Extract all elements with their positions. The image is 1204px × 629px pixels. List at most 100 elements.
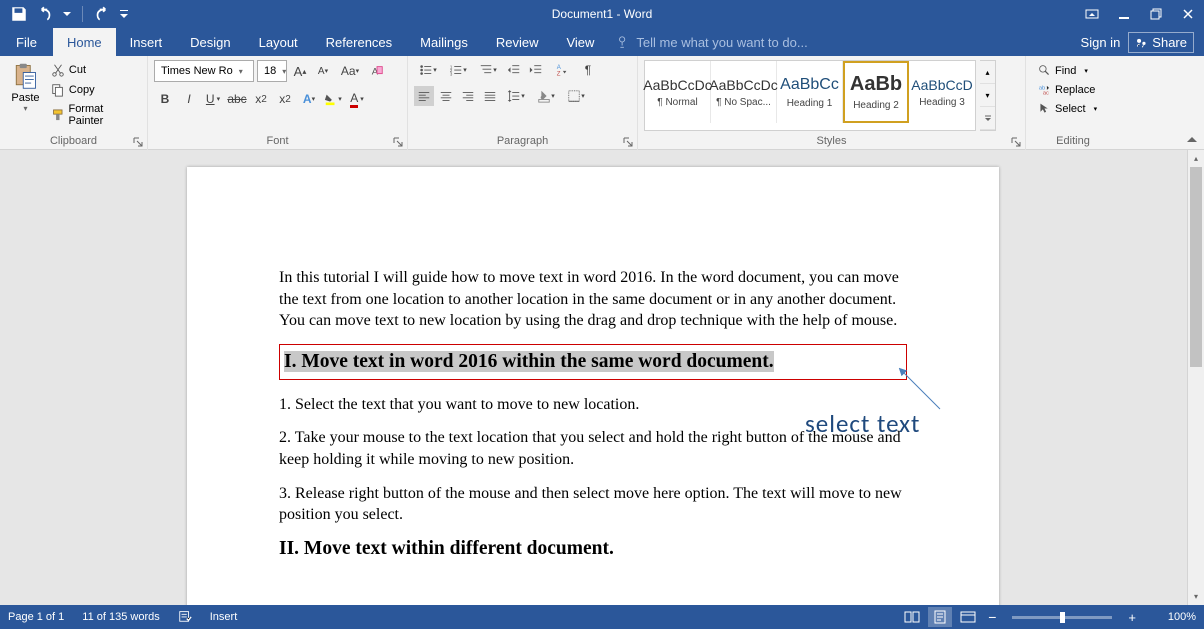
status-bar: Page 1 of 1 11 of 135 words Insert − + 1… (0, 605, 1204, 629)
save-icon[interactable] (10, 5, 28, 23)
clipboard-launcher-icon[interactable] (132, 136, 144, 148)
tab-home[interactable]: Home (53, 28, 116, 56)
tab-insert[interactable]: Insert (116, 28, 177, 56)
shading-button[interactable]: ▾ (532, 86, 560, 106)
paragraph-group-label: Paragraph (497, 135, 548, 147)
styles-gallery: AaBbCcDc¶ Normal AaBbCcDc¶ No Spac... Aa… (644, 60, 976, 131)
ribbon-display-icon[interactable] (1076, 0, 1108, 28)
chevron-down-icon[interactable]: ▾ (280, 67, 288, 76)
strikethrough-button[interactable]: abc (226, 88, 248, 110)
chevron-down-icon[interactable]: ▾ (237, 67, 245, 76)
replace-button[interactable]: abacReplace (1036, 81, 1099, 98)
align-right-button[interactable] (458, 86, 478, 106)
tab-references[interactable]: References (312, 28, 406, 56)
sign-in-link[interactable]: Sign in (1081, 35, 1121, 50)
find-button[interactable]: Find▾ (1036, 62, 1099, 79)
document-page[interactable]: In this tutorial I will guide how to mov… (187, 167, 999, 605)
underline-button[interactable]: U▾ (202, 88, 224, 110)
tab-file[interactable]: File (0, 28, 53, 56)
show-marks-button[interactable]: ¶ (578, 60, 598, 80)
copy-button[interactable]: Copy (49, 82, 141, 98)
align-center-button[interactable] (436, 86, 456, 106)
tab-layout[interactable]: Layout (245, 28, 312, 56)
doc-heading[interactable]: II. Move text within different document. (279, 538, 907, 560)
style-no-spacing[interactable]: AaBbCcDc¶ No Spac... (711, 61, 777, 123)
increase-indent-button[interactable] (526, 60, 546, 80)
change-case-button[interactable]: Aa▾ (336, 61, 364, 81)
page-indicator[interactable]: Page 1 of 1 (8, 611, 64, 623)
gallery-up-icon[interactable]: ▴ (980, 61, 995, 84)
doc-heading-selected[interactable]: I. Move text in word 2016 within the sam… (279, 344, 907, 380)
close-icon[interactable] (1172, 0, 1204, 28)
undo-icon[interactable] (36, 5, 54, 23)
line-spacing-button[interactable]: ▾ (502, 86, 530, 106)
collapse-ribbon-icon[interactable] (1184, 132, 1200, 148)
text-effects-button[interactable]: A▾ (298, 88, 320, 110)
justify-button[interactable] (480, 86, 500, 106)
sort-button[interactable]: AZ (548, 60, 576, 80)
tab-review[interactable]: Review (482, 28, 553, 56)
insert-mode[interactable]: Insert (210, 611, 238, 623)
word-count[interactable]: 11 of 135 words (82, 611, 159, 623)
multilevel-list-button[interactable]: ▾ (474, 60, 502, 80)
zoom-in-button[interactable]: + (1124, 610, 1140, 625)
cut-button[interactable]: Cut (49, 62, 141, 78)
paragraph-launcher-icon[interactable] (622, 136, 634, 148)
subscript-button[interactable]: x2 (250, 88, 272, 110)
font-group-label: Font (266, 135, 288, 147)
superscript-button[interactable]: x2 (274, 88, 296, 110)
highlight-button[interactable]: ▾ (322, 88, 344, 110)
doc-paragraph[interactable]: In this tutorial I will guide how to mov… (279, 267, 907, 332)
restore-icon[interactable] (1140, 0, 1172, 28)
font-color-button[interactable]: A▾ (346, 88, 368, 110)
bullets-button[interactable]: ▾ (414, 60, 442, 80)
font-name-combo[interactable]: Times New Ro▾ (154, 60, 254, 82)
styles-launcher-icon[interactable] (1010, 136, 1022, 148)
style-heading-1[interactable]: AaBbCcHeading 1 (777, 61, 843, 123)
style-normal[interactable]: AaBbCcDc¶ Normal (645, 61, 711, 123)
font-size-value: 18 (264, 65, 276, 77)
zoom-slider-thumb[interactable] (1060, 612, 1065, 623)
shrink-font-button[interactable]: A▾ (313, 61, 333, 81)
vertical-scrollbar[interactable]: ▴ ▾ (1187, 150, 1204, 605)
spell-check-icon[interactable] (178, 609, 192, 626)
grow-font-button[interactable]: A▴ (290, 61, 310, 81)
title-bar: Document1 - Word (0, 0, 1204, 28)
paste-button[interactable]: Paste ▾ (6, 60, 45, 113)
tell-me-search[interactable]: Tell me what you want to do... (616, 28, 807, 56)
bold-button[interactable]: B (154, 88, 176, 110)
web-layout-icon[interactable] (956, 607, 980, 627)
numbering-button[interactable]: 123▾ (444, 60, 472, 80)
select-button[interactable]: Select▾ (1036, 100, 1099, 117)
read-mode-icon[interactable] (900, 607, 924, 627)
tab-view[interactable]: View (552, 28, 608, 56)
zoom-slider[interactable] (1012, 616, 1112, 619)
gallery-more-icon[interactable] (980, 107, 995, 130)
style-heading-3[interactable]: AaBbCcDHeading 3 (909, 61, 975, 123)
doc-paragraph[interactable]: 3. Release right button of the mouse and… (279, 483, 907, 526)
redo-icon[interactable] (93, 5, 111, 23)
font-size-combo[interactable]: 18 ▾ (257, 60, 287, 82)
format-painter-button[interactable]: Format Painter (49, 102, 141, 128)
scrollbar-thumb[interactable] (1190, 167, 1202, 367)
cut-label: Cut (69, 64, 86, 76)
qat-customize-icon[interactable] (119, 5, 129, 23)
zoom-out-button[interactable]: − (984, 609, 1000, 625)
gallery-down-icon[interactable]: ▾ (980, 84, 995, 107)
scroll-down-icon[interactable]: ▾ (1188, 588, 1204, 605)
minimize-icon[interactable] (1108, 0, 1140, 28)
undo-dropdown-icon[interactable] (62, 5, 72, 23)
font-launcher-icon[interactable] (392, 136, 404, 148)
tab-design[interactable]: Design (176, 28, 244, 56)
align-left-button[interactable] (414, 86, 434, 106)
clear-formatting-button[interactable]: A (367, 61, 387, 81)
share-button[interactable]: Share (1128, 32, 1194, 53)
decrease-indent-button[interactable] (504, 60, 524, 80)
style-heading-2[interactable]: AaBbHeading 2 (843, 61, 909, 123)
italic-button[interactable]: I (178, 88, 200, 110)
borders-button[interactable]: ▾ (562, 86, 590, 106)
tab-mailings[interactable]: Mailings (406, 28, 482, 56)
print-layout-icon[interactable] (928, 607, 952, 627)
scroll-up-icon[interactable]: ▴ (1188, 150, 1204, 167)
zoom-level[interactable]: 100% (1152, 611, 1196, 623)
